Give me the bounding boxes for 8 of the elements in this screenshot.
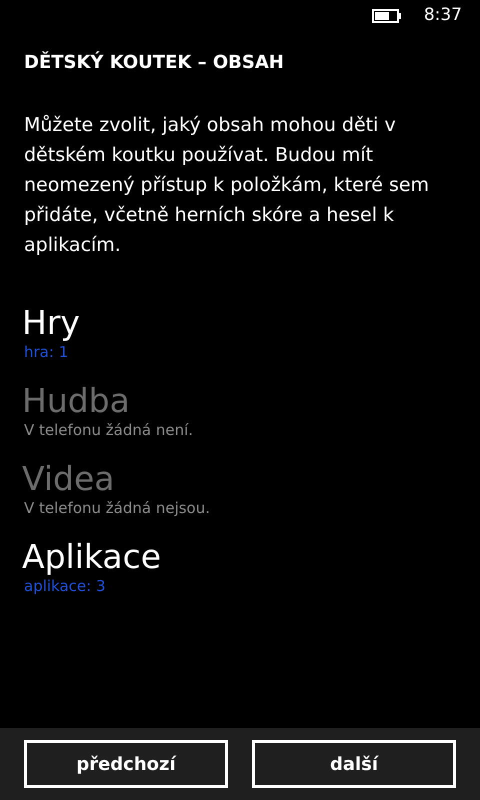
battery-icon [372, 9, 402, 23]
content-category[interactable]: Hry hra: 1 [22, 304, 458, 362]
clock-time: 8:37 [424, 4, 462, 28]
description-text: Můžete zvolit, jaký obsah mohou děti v dětském koutku používat. Budou mít neomezený přístup k položkám, které sem přidáte, včetně herních skóre a hesel k aplikacím. [24, 113, 430, 258]
page-title: DĚTSKÝ KOUTEK – OBSAH [24, 51, 285, 75]
nav-button[interactable]: předchozí [24, 740, 228, 788]
content-category[interactable]: Aplikace aplikace: 3 [22, 538, 458, 596]
nav-button[interactable]: další [252, 740, 456, 788]
